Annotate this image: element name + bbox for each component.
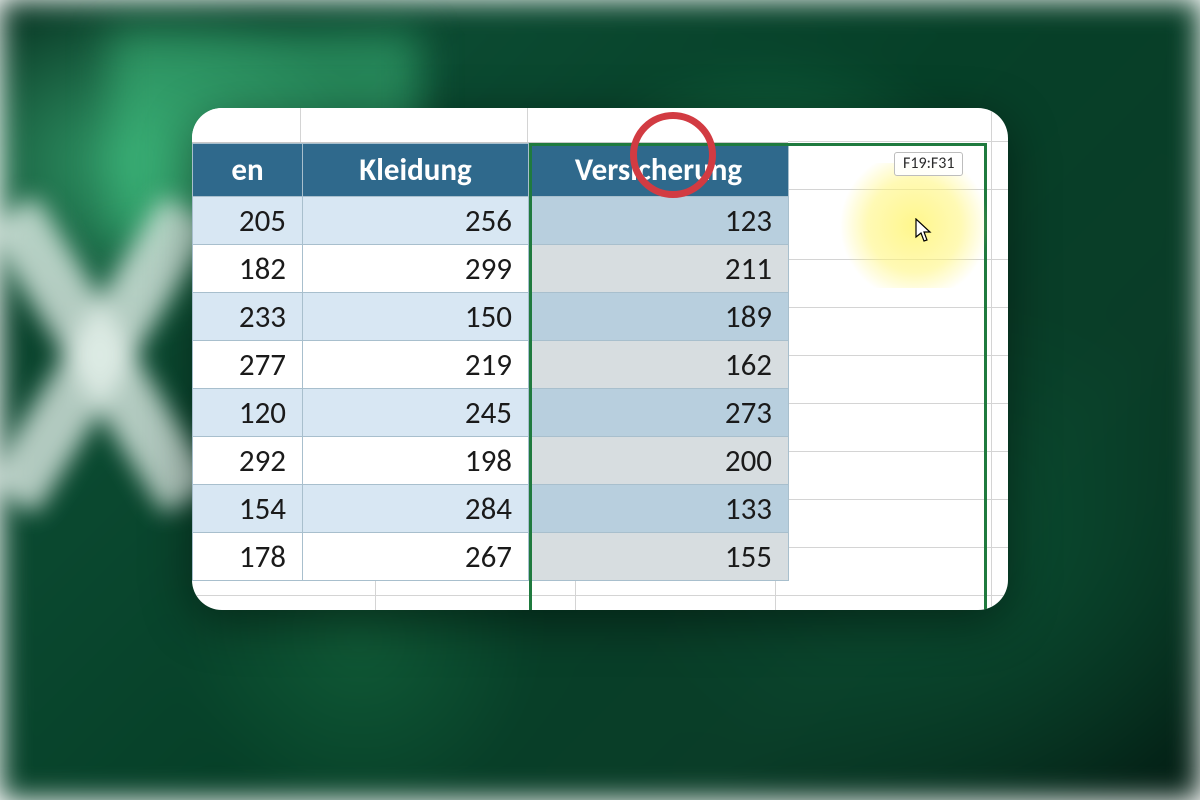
cell[interactable]: 256 [303, 197, 529, 245]
cell[interactable]: 284 [303, 485, 529, 533]
cell-selected[interactable]: 211 [529, 245, 789, 293]
cell[interactable]: 277 [193, 341, 303, 389]
col-header-truncated[interactable]: en [193, 144, 303, 197]
cell-selected[interactable]: 273 [529, 389, 789, 437]
col-header-kleidung[interactable]: Kleidung [303, 144, 529, 197]
range-tooltip: F19:F31 [894, 152, 963, 176]
col-header-versicherung[interactable]: Versicherung [529, 144, 789, 197]
cell-selected[interactable]: 200 [529, 437, 789, 485]
table-row[interactable]: 205 256 123 [193, 197, 789, 245]
cell[interactable]: 154 [193, 485, 303, 533]
cell-selected[interactable]: 155 [529, 533, 789, 581]
table-row[interactable]: 292 198 200 [193, 437, 789, 485]
table-row[interactable]: 154 284 133 [193, 485, 789, 533]
cell[interactable]: 292 [193, 437, 303, 485]
screenshot-card: en Kleidung Versicherung 205 256 123 182… [192, 108, 1008, 610]
cell[interactable]: 267 [303, 533, 529, 581]
excel-x-logo [0, 195, 220, 515]
cell-selected[interactable]: 133 [529, 485, 789, 533]
cell[interactable]: 299 [303, 245, 529, 293]
cell[interactable]: 150 [303, 293, 529, 341]
cell[interactable]: 120 [193, 389, 303, 437]
cell[interactable]: 219 [303, 341, 529, 389]
cell-selected[interactable]: 123 [529, 197, 789, 245]
cell[interactable]: 198 [303, 437, 529, 485]
expense-table[interactable]: en Kleidung Versicherung 205 256 123 182… [192, 143, 789, 581]
table-header-row: en Kleidung Versicherung [193, 144, 789, 197]
table-row[interactable]: 120 245 273 [193, 389, 789, 437]
cell[interactable]: 245 [303, 389, 529, 437]
table-row[interactable]: 277 219 162 [193, 341, 789, 389]
cell-selected[interactable]: 162 [529, 341, 789, 389]
table-row[interactable]: 182 299 211 [193, 245, 789, 293]
table-row[interactable]: 178 267 155 [193, 533, 789, 581]
cell-selected[interactable]: 189 [529, 293, 789, 341]
cell[interactable]: 178 [193, 533, 303, 581]
cell[interactable]: 182 [193, 245, 303, 293]
partial-row-sliver [192, 108, 788, 143]
table-row[interactable]: 233 150 189 [193, 293, 789, 341]
cell[interactable]: 205 [193, 197, 303, 245]
cell[interactable]: 233 [193, 293, 303, 341]
